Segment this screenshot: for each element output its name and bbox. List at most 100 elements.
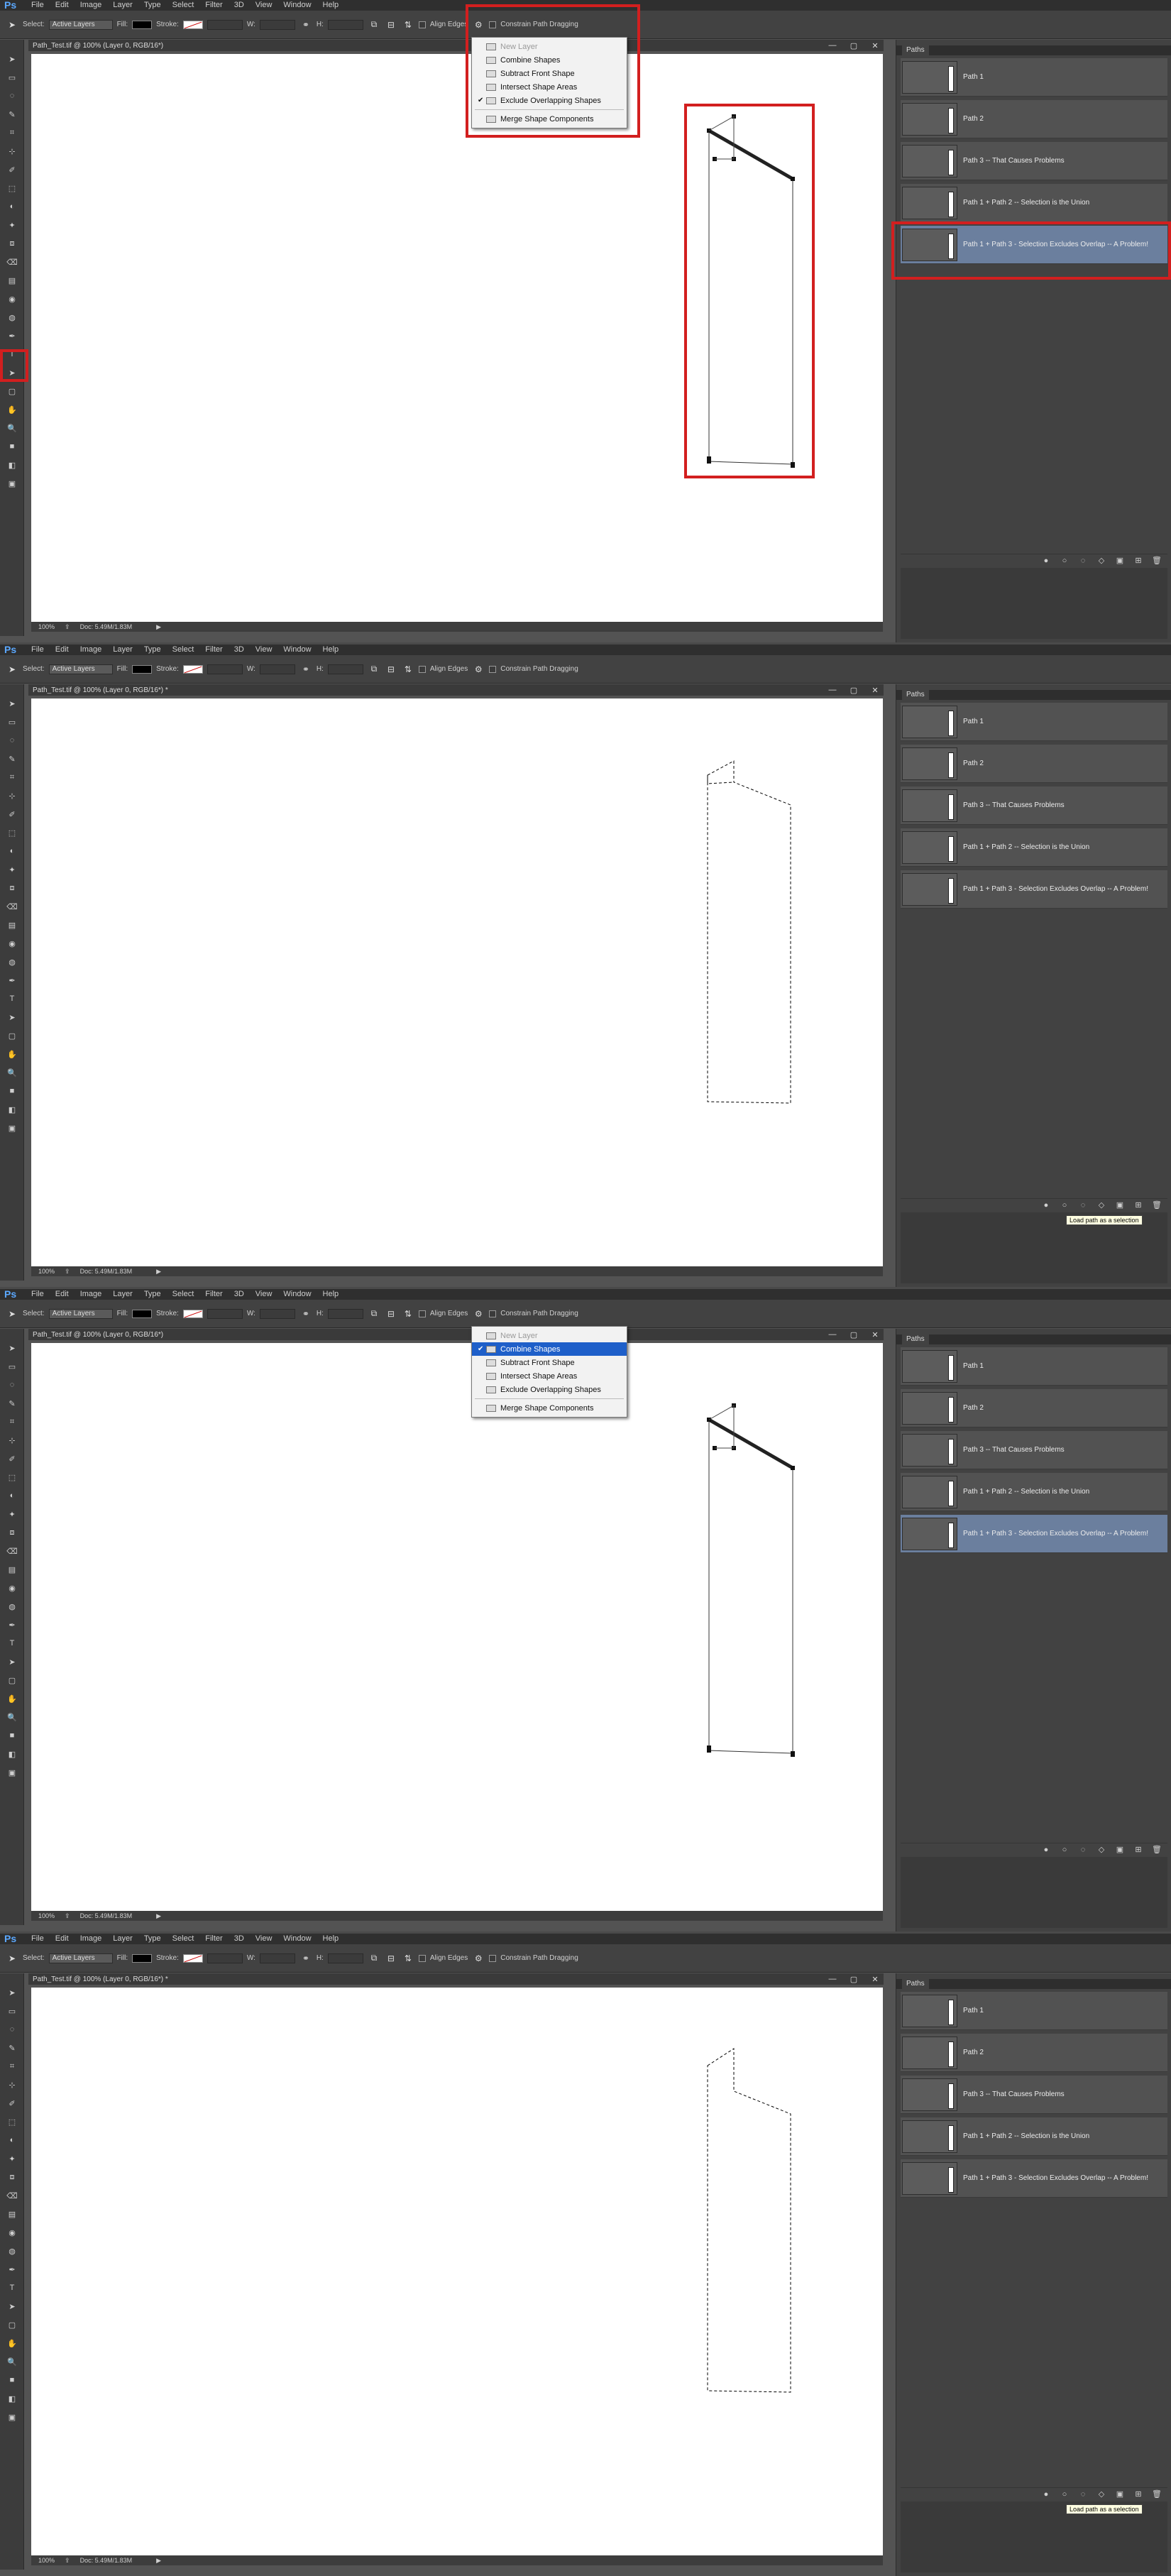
load-selection-icon[interactable]: ◌: [1078, 2490, 1088, 2499]
path-row[interactable]: Path 1: [901, 703, 1167, 741]
type-tool-icon[interactable]: ✒: [4, 329, 20, 342]
constrain-checkbox[interactable]: [489, 665, 497, 673]
crop-tool-icon[interactable]: ⌗: [4, 126, 20, 139]
path-row[interactable]: Path 1 + Path 2 -- Selection is the Unio…: [901, 184, 1167, 222]
menu-item-file[interactable]: File: [26, 1934, 50, 1944]
blur-tool-icon[interactable]: ▤: [4, 1563, 20, 1576]
menu-item-filter[interactable]: Filter: [199, 1289, 228, 1300]
path-select-icon[interactable]: T: [4, 2281, 20, 2294]
menu-item-filter[interactable]: Filter: [199, 645, 228, 655]
path-operations-icon[interactable]: ⧉: [368, 1308, 380, 1320]
menu-item-filter[interactable]: Filter: [199, 1934, 228, 1944]
dodge-tool-icon[interactable]: ◉: [4, 937, 20, 950]
pen-tool-icon[interactable]: ◍: [4, 955, 20, 968]
brush-tool-icon[interactable]: ⬚: [4, 2115, 20, 2128]
marquee-tool-icon[interactable]: ▭: [4, 716, 20, 728]
menu-item-view[interactable]: View: [250, 645, 278, 655]
gear-icon[interactable]: ⚙: [472, 1308, 485, 1320]
path-row[interactable]: Path 2: [901, 745, 1167, 783]
menu-item-view[interactable]: View: [250, 1289, 278, 1300]
path-operations-icon[interactable]: ⧉: [368, 18, 380, 31]
path-arrangement-icon[interactable]: ⇅: [402, 1308, 414, 1320]
stroke-path-icon[interactable]: ○: [1060, 1846, 1070, 1854]
select-dropdown[interactable]: Active Layers: [48, 1953, 113, 1963]
width-field[interactable]: [259, 1308, 295, 1319]
dodge-tool-icon[interactable]: ◉: [4, 2226, 20, 2239]
stroke-width-field[interactable]: [207, 19, 243, 30]
document-tab[interactable]: Path_Test.tif @ 100% (Layer 0, RGB/16*) …: [28, 1973, 884, 1985]
stroke-width-field[interactable]: [207, 1308, 243, 1319]
add-mask-icon[interactable]: ▣: [1115, 556, 1125, 565]
stroke-swatch[interactable]: [182, 1309, 203, 1318]
stroke-width-field[interactable]: [207, 664, 243, 674]
menu-item-window[interactable]: Window: [277, 0, 317, 11]
menu-item-help[interactable]: Help: [317, 1934, 345, 1944]
delete-path-icon[interactable]: 🗑: [1152, 2489, 1162, 2499]
close-button[interactable]: ✕: [869, 1330, 881, 1339]
path-row[interactable]: Path 2: [901, 1389, 1167, 1427]
blur-tool-icon[interactable]: ▤: [4, 274, 20, 287]
screen-mode-icon[interactable]: ▣: [4, 477, 20, 490]
eyedropper-icon[interactable]: ⊹: [4, 2078, 20, 2091]
menu-item-file[interactable]: File: [26, 645, 50, 655]
document-canvas[interactable]: [31, 1343, 883, 1911]
zoom-level[interactable]: 100%: [38, 2557, 55, 2564]
document-tab[interactable]: Path_Test.tif @ 100% (Layer 0, RGB/16*) …: [28, 684, 884, 696]
marquee-tool-icon[interactable]: ▭: [4, 2005, 20, 2017]
eyedropper-icon[interactable]: ⊹: [4, 145, 20, 158]
close-button[interactable]: ✕: [869, 686, 881, 695]
zoom-tool-icon[interactable]: 🔍: [4, 422, 20, 434]
shape-tool-icon[interactable]: ▢: [4, 1029, 20, 1042]
zoom-level[interactable]: 100%: [38, 1268, 55, 1275]
gradient-tool-icon[interactable]: ⌫: [4, 2189, 20, 2202]
blur-tool-icon[interactable]: ▤: [4, 2208, 20, 2220]
path-row[interactable]: Path 2: [901, 2034, 1167, 2072]
lasso-tool-icon[interactable]: ◌: [4, 1379, 20, 1391]
screen-mode-icon[interactable]: ▣: [4, 2411, 20, 2423]
menu-item-layer[interactable]: Layer: [107, 645, 138, 655]
fill-path-icon[interactable]: ●: [1041, 2490, 1051, 2499]
new-path-icon[interactable]: ⊞: [1133, 1200, 1143, 1210]
menu-item-3d[interactable]: 3D: [229, 645, 250, 655]
clone-stamp-icon[interactable]: ◐: [4, 200, 20, 213]
delete-path-icon[interactable]: 🗑: [1152, 556, 1162, 565]
zoom-level[interactable]: 100%: [38, 623, 55, 630]
path-operations-icon[interactable]: ⧉: [368, 1952, 380, 1965]
height-field[interactable]: [327, 1953, 363, 1963]
align-edges-checkbox[interactable]: [418, 21, 426, 28]
crop-tool-icon[interactable]: ⌗: [4, 1415, 20, 1428]
menu-item-combine-shapes[interactable]: ✔ Combine Shapes: [472, 1342, 627, 1356]
link-icon[interactable]: ⚭: [299, 663, 312, 676]
quick-mask-icon[interactable]: ◧: [4, 1748, 20, 1760]
clone-stamp-icon[interactable]: ◐: [4, 1489, 20, 1502]
select-dropdown[interactable]: Active Layers: [48, 19, 113, 30]
menu-item-3d[interactable]: 3D: [229, 1934, 250, 1944]
make-work-path-icon[interactable]: ◇: [1096, 1200, 1106, 1210]
crop-tool-icon[interactable]: ⌗: [4, 2060, 20, 2073]
load-selection-icon[interactable]: ◌: [1078, 557, 1088, 565]
menu-item-help[interactable]: Help: [317, 1289, 345, 1300]
color-swatch-icon[interactable]: ■: [4, 1085, 20, 1097]
menu-item-window[interactable]: Window: [277, 645, 317, 655]
color-swatch-icon[interactable]: ■: [4, 2374, 20, 2386]
eyedropper-icon[interactable]: ⊹: [4, 1434, 20, 1447]
eyedropper-icon[interactable]: ⊹: [4, 789, 20, 802]
quick-select-icon[interactable]: ✎: [4, 2041, 20, 2054]
menu-item-window[interactable]: Window: [277, 1289, 317, 1300]
path-row[interactable]: Path 3 -- That Causes Problems: [901, 1431, 1167, 1469]
load-selection-icon[interactable]: ◌: [1078, 1846, 1088, 1854]
document-tab[interactable]: Path_Test.tif @ 100% (Layer 0, RGB/16*): [28, 1329, 884, 1340]
document-canvas[interactable]: [31, 698, 883, 1266]
menu-item-help[interactable]: Help: [317, 645, 345, 655]
minimize-button[interactable]: —: [827, 686, 838, 694]
path-row[interactable]: Path 3 -- That Causes Problems: [901, 786, 1167, 825]
quick-select-icon[interactable]: ✎: [4, 108, 20, 121]
crop-tool-icon[interactable]: ⌗: [4, 771, 20, 784]
zoom-tool-icon[interactable]: 🔍: [4, 1066, 20, 1079]
path-alignment-icon[interactable]: ⊟: [385, 1308, 397, 1320]
menu-item-edit[interactable]: Edit: [50, 1289, 75, 1300]
marquee-tool-icon[interactable]: ▭: [4, 71, 20, 84]
align-edges-checkbox[interactable]: [418, 1310, 426, 1317]
menu-item-layer[interactable]: Layer: [107, 0, 138, 11]
height-field[interactable]: [327, 1308, 363, 1319]
